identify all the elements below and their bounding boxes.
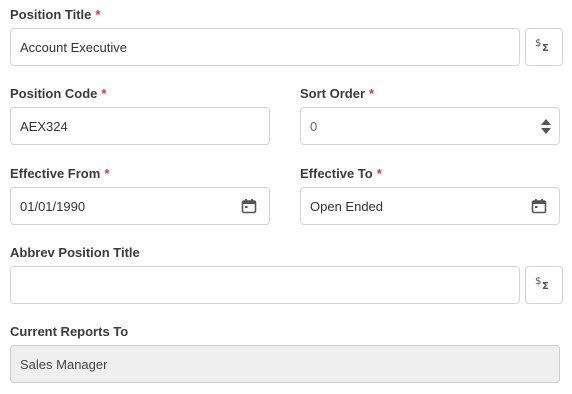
position-code-input[interactable]: AEX324 [10,107,270,145]
position-title-label: Position Title * [10,7,100,22]
current-reports-to-label: Current Reports To [10,324,128,339]
position-title-translate-button[interactable]: $ Σ [525,28,563,66]
svg-text:Σ: Σ [542,43,549,53]
effective-from-value: 01/01/1990 [20,198,86,214]
spinner-down-icon[interactable] [541,127,551,134]
effective-to-label-text: Effective To [300,166,373,181]
sort-order-label-text: Sort Order [300,86,366,101]
required-asterisk: * [376,166,382,181]
position-title-input[interactable]: Account Executive [10,28,520,66]
effective-from-label-text: Effective From [10,166,101,181]
effective-to-date-input[interactable]: Open Ended [300,187,560,225]
translate-sigma-icon: $ Σ [534,37,554,58]
sort-order-value: 0 [310,118,318,134]
sort-order-input[interactable]: 0 [300,107,560,145]
effective-from-label: Effective From * [10,166,109,181]
current-reports-to-readonly-field: Sales Manager [10,345,560,383]
abbrev-position-title-input[interactable] [10,266,520,304]
svg-text:$: $ [535,276,541,287]
position-code-label: Position Code * [10,86,106,101]
required-asterisk: * [101,86,107,101]
effective-to-label: Effective To * [300,166,382,181]
translate-sigma-icon: $ Σ [534,275,554,296]
sort-order-label: Sort Order * [300,86,374,101]
calendar-icon[interactable] [240,197,258,215]
position-code-label-text: Position Code [10,86,98,101]
spinner-up-icon[interactable] [541,118,551,125]
current-reports-to-label-text: Current Reports To [10,324,129,339]
effective-from-date-input[interactable]: 01/01/1990 [10,187,270,225]
spinner-updown-icon[interactable] [539,118,553,134]
position-title-label-text: Position Title [10,7,92,22]
abbrev-position-title-label-text: Abbrev Position Title [10,245,140,260]
current-reports-to-value: Sales Manager [20,356,108,372]
calendar-icon[interactable] [530,197,548,215]
required-asterisk: * [369,86,375,101]
position-code-value: AEX324 [20,118,68,134]
effective-to-value: Open Ended [310,198,384,214]
required-asterisk: * [95,7,101,22]
required-asterisk: * [104,166,110,181]
svg-text:Σ: Σ [542,281,549,291]
position-title-value: Account Executive [20,39,127,55]
abbrev-position-title-translate-button[interactable]: $ Σ [525,266,563,304]
svg-text:$: $ [535,38,541,49]
abbrev-position-title-label: Abbrev Position Title [10,245,140,260]
